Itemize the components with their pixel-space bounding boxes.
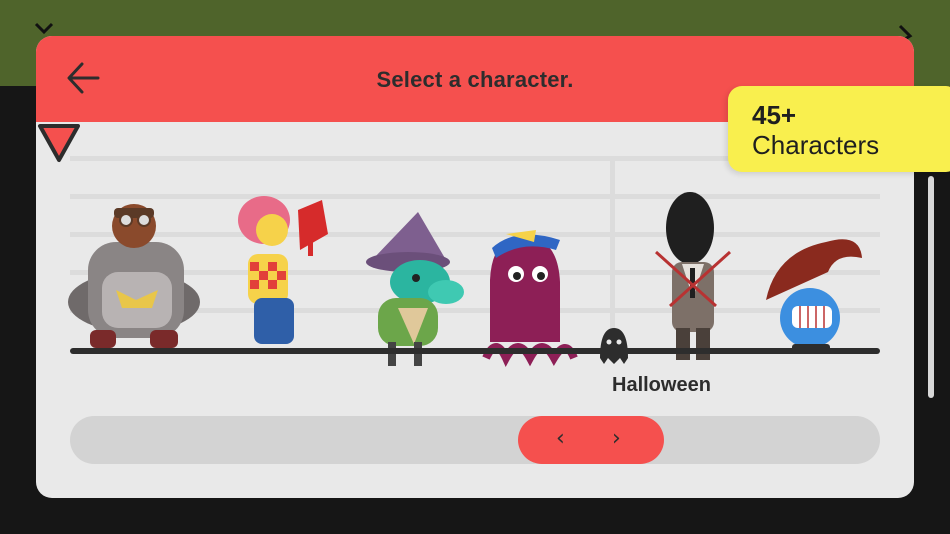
ghost-icon — [600, 328, 628, 364]
lineup-baseline — [70, 348, 880, 354]
page-scrollbar[interactable] — [928, 176, 934, 398]
selection-pointer-icon — [38, 124, 80, 162]
character-lineup: Halloween ‹ › — [36, 122, 914, 498]
category-label: Halloween — [612, 374, 711, 396]
lineup-scroll-thumb[interactable]: ‹ › — [518, 416, 664, 464]
badge-count: 45+ — [752, 100, 797, 130]
badge-label: Characters — [752, 130, 880, 160]
scroll-prev-button[interactable]: ‹ — [556, 427, 565, 451]
character-shadow-man[interactable] — [654, 192, 732, 360]
character-blue-troll[interactable] — [766, 239, 862, 354]
character-armored-warrior[interactable] — [68, 204, 200, 348]
scroll-next-button[interactable]: › — [612, 427, 621, 451]
lineup-scroll-track[interactable] — [70, 416, 880, 464]
character-purple-octopus[interactable] — [482, 230, 578, 367]
height-chart-lines — [70, 156, 880, 352]
character-count-badge: 45+ Characters — [728, 86, 950, 172]
